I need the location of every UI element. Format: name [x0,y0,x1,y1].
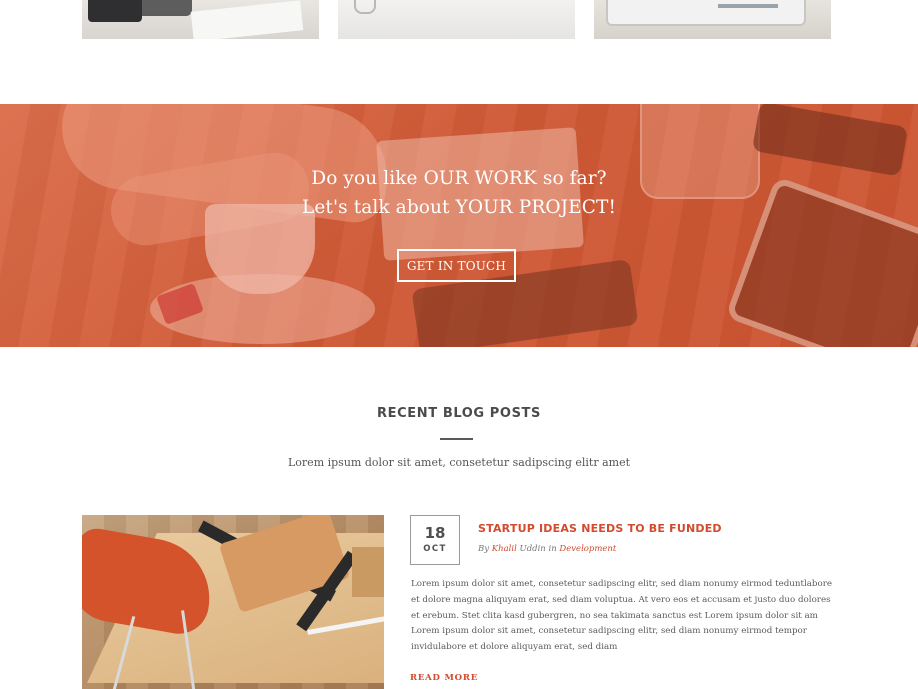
blog-post-image[interactable] [82,515,384,689]
section-subtitle: Lorem ipsum dolor sit amet, consetetur s… [288,456,630,469]
box-image [352,547,384,597]
portfolio-thumbnail-laptop[interactable] [594,0,831,39]
meta-by-label: By [478,544,490,554]
device-image [88,0,142,22]
banner-color-overlay [0,104,918,347]
post-excerpt: Lorem ipsum dolor sit amet, consetetur s… [411,579,832,653]
post-date-badge: 18 OCT [410,515,460,565]
section-title: RECENT BLOG POSTS [377,406,541,421]
portfolio-strip [0,0,918,40]
category-link[interactable]: Development [559,544,616,554]
post-meta: By Khalil Uddin in Development [478,544,616,554]
post-title-link[interactable]: STARTUP IDEAS NEEDS TO BE FUNDED [478,522,722,535]
portfolio-thumbnail-paperclip[interactable] [338,0,575,39]
call-to-action-banner: Do you like OUR WORK so far? Let's talk … [0,104,918,347]
post-date-day: 18 [424,524,446,542]
portfolio-thumbnail-devices[interactable] [82,0,319,39]
author-link[interactable]: Khalil [492,544,517,554]
post-date-month: OCT [423,544,447,554]
laptop-image [606,0,806,26]
author-last-name: Uddin [519,544,546,554]
get-in-touch-button[interactable]: GET IN TOUCH [397,249,516,282]
read-more-link[interactable]: READ MORE [410,673,478,683]
meta-in-label: in [548,544,557,554]
paper-image [190,0,304,39]
paperclip-image [354,0,376,14]
cta-headline-line1: Do you like OUR WORK so far? [311,168,607,189]
cta-headline-line2: Let's talk about YOUR PROJECT! [301,197,616,218]
section-divider [440,438,473,440]
